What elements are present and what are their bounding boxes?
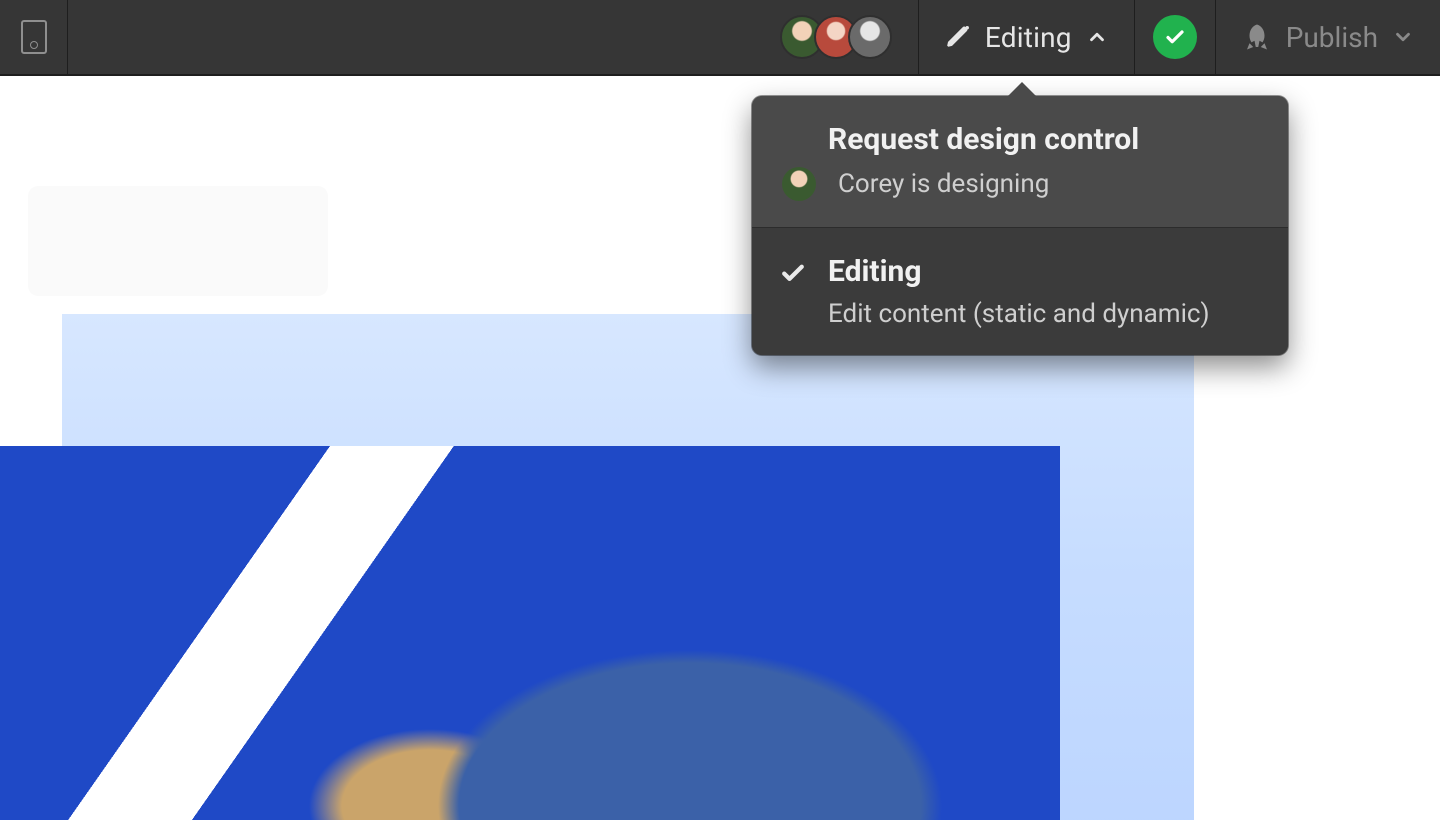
- check-icon: [778, 258, 808, 292]
- dropdown-item-subtitle: Edit content (static and dynamic): [828, 299, 1258, 329]
- dropdown-item-title: Request design control: [828, 122, 1258, 157]
- mode-switcher[interactable]: Editing: [918, 0, 1134, 74]
- status-badge-saved[interactable]: [1153, 15, 1197, 59]
- canvas-placeholder-block: [28, 186, 328, 296]
- check-icon: [1163, 25, 1187, 49]
- dropdown-item-title: Editing: [828, 254, 1258, 289]
- dropdown-item-subtitle-text: Edit content (static and dynamic): [828, 299, 1210, 329]
- chevron-down-icon: [1392, 26, 1414, 48]
- avatar[interactable]: [848, 15, 892, 59]
- publish-label: Publish: [1286, 21, 1378, 54]
- tablet-icon: [21, 20, 47, 54]
- mode-label: Editing: [985, 21, 1072, 54]
- top-toolbar: Editing Publish: [0, 0, 1440, 76]
- pencil-icon: [945, 24, 971, 50]
- collaborator-avatars[interactable]: [770, 0, 918, 74]
- dropdown-item-subtitle-text: Corey is designing: [838, 169, 1049, 199]
- dropdown-item-request-design-control[interactable]: Request design control Corey is designin…: [752, 96, 1288, 228]
- rocket-icon: [1242, 22, 1272, 52]
- avatar: [782, 167, 816, 201]
- status-section: [1134, 0, 1215, 74]
- device-preview-button[interactable]: [0, 0, 68, 74]
- hero-image[interactable]: [0, 446, 1060, 820]
- publish-button[interactable]: Publish: [1215, 0, 1440, 74]
- chevron-up-icon: [1086, 26, 1108, 48]
- dropdown-item-subtitle: Corey is designing: [828, 167, 1258, 201]
- mode-dropdown: Request design control Corey is designin…: [752, 96, 1288, 355]
- dropdown-item-editing[interactable]: Editing Edit content (static and dynamic…: [752, 228, 1288, 355]
